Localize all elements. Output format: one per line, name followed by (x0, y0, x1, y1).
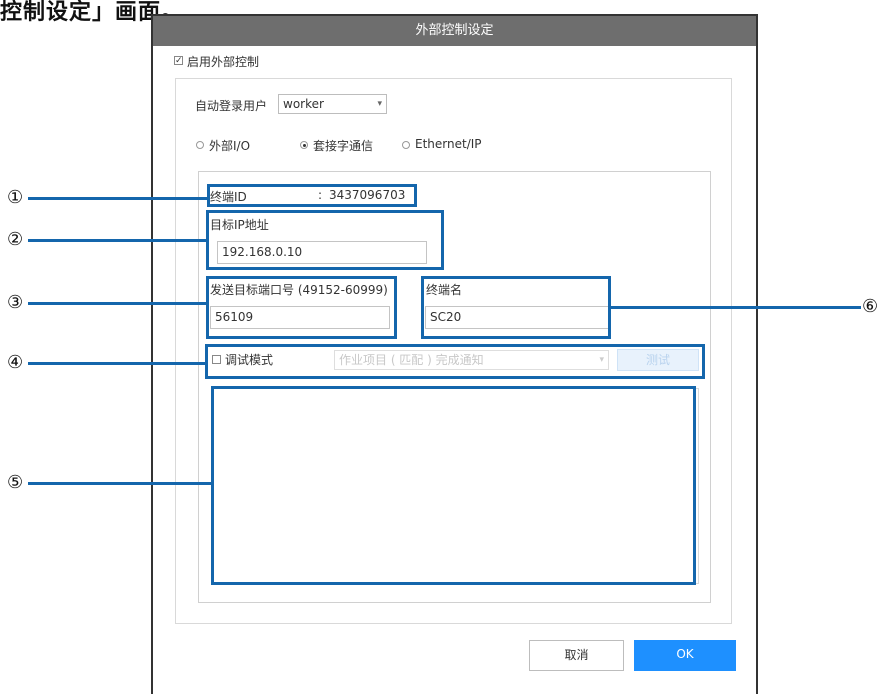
radio-socket-communication-label: 套接字通信 (313, 139, 374, 153)
marker-3: ③ (7, 292, 24, 313)
leader-line-5 (28, 482, 211, 485)
ok-button[interactable]: OK (634, 640, 736, 671)
enable-external-control-label: 启用外部控制 (187, 55, 260, 69)
auto-login-label: 自动登录用户 (195, 99, 268, 113)
callout-frame-1 (207, 184, 417, 207)
marker-1: ① (7, 187, 24, 208)
leader-line-6 (611, 306, 861, 309)
marker-2: ② (7, 229, 24, 250)
callout-frame-6 (421, 276, 611, 339)
enable-external-control-checkbox[interactable]: ✓ (174, 56, 183, 66)
marker-4: ④ (7, 352, 24, 373)
radio-ethernet-ip[interactable] (402, 141, 410, 149)
callout-frame-4 (205, 344, 705, 379)
callout-frame-5 (211, 386, 696, 585)
marker-6: ⑥ (862, 296, 879, 317)
radio-ethernet-ip-label: Ethernet/IP (415, 137, 482, 151)
leader-line-2 (28, 239, 206, 242)
auto-login-user-select[interactable]: worker ▾ (278, 94, 387, 114)
marker-5: ⑤ (7, 472, 24, 493)
leader-line-3 (28, 302, 206, 305)
leader-line-4 (28, 362, 205, 365)
radio-socket-communication[interactable] (300, 141, 308, 149)
auto-login-user-value: worker (283, 97, 324, 111)
radio-external-io[interactable] (196, 141, 204, 149)
chevron-down-icon: ▾ (377, 99, 382, 109)
dialog-title: 外部控制设定 (153, 16, 756, 46)
callout-frame-2 (206, 210, 444, 270)
callout-frame-3 (206, 276, 397, 339)
leader-line-1 (28, 197, 207, 200)
cancel-button[interactable]: 取消 (529, 640, 624, 671)
radio-external-io-label: 外部I/O (209, 139, 251, 153)
